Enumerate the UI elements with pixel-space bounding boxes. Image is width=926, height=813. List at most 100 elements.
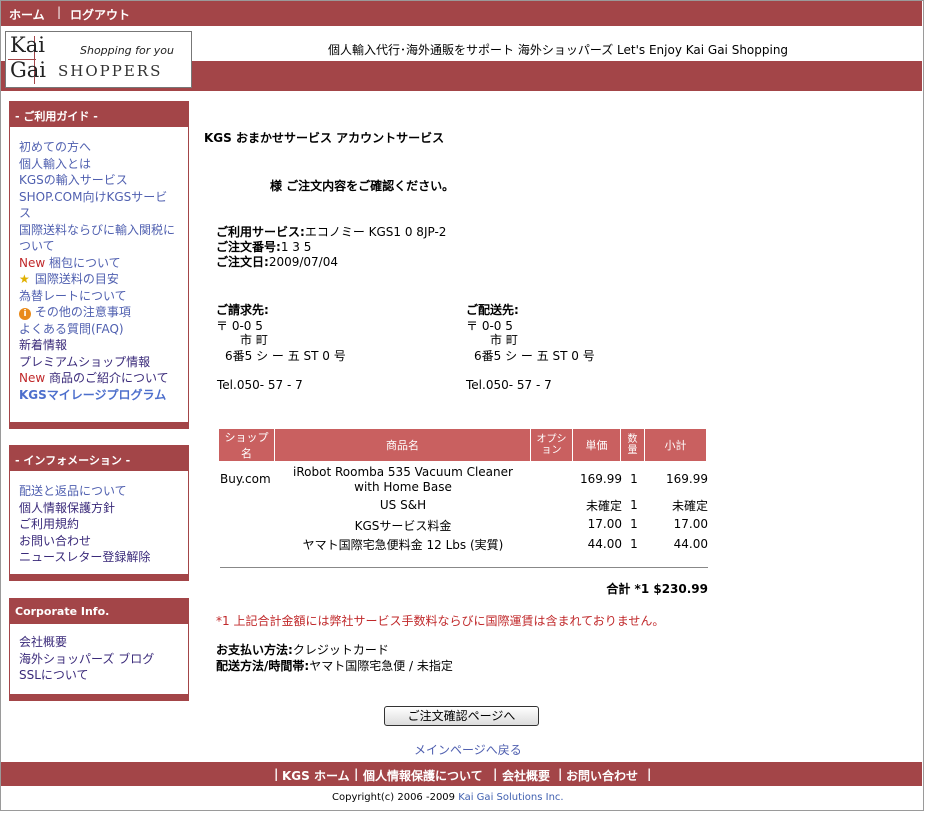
- shipping-label: ご配送先:: [466, 303, 519, 317]
- greeting: 様 ご注文内容をご確認ください。: [270, 177, 454, 194]
- sidebar-item-exchange-rate[interactable]: 為替レートについて: [19, 288, 188, 305]
- sidebar-corporate-title: Corporate Info.: [10, 599, 188, 624]
- payment-value: クレジットカード: [292, 643, 389, 657]
- table-cell-subtotal: 169.99: [666, 472, 708, 486]
- sidebar-item-news[interactable]: 新着情報: [19, 337, 188, 354]
- payment-row: お支払い方法:クレジットカード: [216, 641, 389, 658]
- table-cell-price: 17.00: [587, 517, 622, 531]
- billing-city: 市 町: [240, 333, 268, 347]
- info-icon: i: [19, 308, 31, 320]
- service-value: エコノミー KGS1 0 8JP-2: [304, 225, 447, 239]
- footer-link-home[interactable]: KGS ホーム: [282, 767, 350, 784]
- table-cell-price: 44.00: [587, 537, 622, 551]
- sidebar-corporate: Corporate Info. 会社概要 海外ショッパーズ ブログ SSLについ…: [9, 598, 189, 701]
- col-option: オプション: [530, 428, 573, 462]
- sidebar-item-beginners[interactable]: 初めての方へ: [19, 139, 188, 156]
- delivery-label: 配送方法/時間帯:: [216, 659, 310, 673]
- table-cell-price: 169.99: [580, 472, 622, 486]
- sidebar-item-mileage[interactable]: KGSマイレージプログラム: [19, 387, 188, 404]
- copyright: Copyright(c) 2006 -2009 Kai Gai Solution…: [332, 792, 564, 803]
- table-cell-subtotal: 44.00: [673, 537, 708, 551]
- sidebar-item-packing[interactable]: New 梱包について: [19, 255, 188, 272]
- sidebar-item-faq[interactable]: よくある質問(FAQ): [19, 321, 188, 338]
- billing-street: 6番5 シ ー 五 ST 0 号: [225, 349, 346, 363]
- sidebar-item-shopcom-cont[interactable]: ス: [19, 205, 188, 222]
- logout-link[interactable]: ログアウト: [70, 6, 130, 23]
- footer-link-contact[interactable]: お問い合わせ: [566, 767, 638, 784]
- confirm-order-button[interactable]: ご注文確認ページへ: [384, 706, 539, 726]
- table-cell-qty: 1: [630, 498, 638, 512]
- table-cell-price: 未確定: [585, 499, 622, 513]
- sidebar-item-label: 梱包について: [45, 255, 121, 270]
- sidebar-item-unsubscribe[interactable]: ニュースレター登録解除: [19, 549, 188, 566]
- home-link[interactable]: ホーム: [9, 6, 45, 23]
- sidebar-guide-title: - ご利用ガイド -: [10, 102, 188, 127]
- col-shop: ショップ名: [218, 428, 275, 462]
- col-subtotal: 小計: [644, 428, 707, 462]
- sidebar-corporate-footer: [10, 694, 188, 700]
- sidebar-item-shipping-duty[interactable]: 国際送料ならびに輸入関税に: [19, 222, 188, 239]
- col-qty: 数量: [620, 428, 645, 462]
- table-cell-qty: 1: [630, 472, 638, 486]
- sidebar-item-shopcom[interactable]: SHOP.COM向けKGSサービ: [19, 189, 188, 206]
- order-date-label: ご注文日:: [216, 255, 269, 269]
- back-to-main-link[interactable]: メインページへ戻る: [414, 741, 522, 758]
- logo-kai: Kai: [10, 33, 45, 57]
- footer-separator: |: [274, 767, 279, 781]
- sidebar-item-premium[interactable]: プレミアムショップ情報: [19, 354, 188, 371]
- sidebar-item-returns[interactable]: 配送と返品について: [19, 483, 188, 500]
- footer-link-company[interactable]: 会社概要: [502, 767, 550, 784]
- table-cell-item: US S&H: [379, 498, 427, 512]
- col-item: 商品名: [274, 428, 531, 462]
- table-cell-item-cont: with Home Base: [354, 480, 452, 494]
- sidebar-item-kgs-import[interactable]: KGSの輸入サービス: [19, 172, 188, 189]
- sidebar-item-blog[interactable]: 海外ショッパーズ ブログ: [19, 651, 188, 668]
- billing-label: ご請求先:: [216, 303, 269, 317]
- nav-separator: |: [57, 5, 62, 19]
- sidebar-item-shipping-duty-cont[interactable]: ついて: [19, 238, 188, 255]
- order-no-value: 1 3 5: [280, 240, 312, 254]
- sidebar-item-company[interactable]: 会社概要: [19, 634, 188, 651]
- copyright-text: Copyright(c) 2006 -2009: [332, 792, 459, 803]
- sidebar-item-terms[interactable]: ご利用規約: [19, 516, 188, 533]
- delivery-value: ヤマト国際宅急便 / 未指定: [309, 659, 453, 673]
- sidebar-item-contact[interactable]: お問い合わせ: [19, 533, 188, 550]
- sidebar-item-product-intro[interactable]: New 商品のご紹介について: [19, 370, 188, 387]
- sidebar-item-personal-import[interactable]: 個人輸入とは: [19, 156, 188, 173]
- sidebar-info-title: - インフォメーション -: [10, 446, 188, 471]
- sidebar-item-shipping-estimate[interactable]: ★ 国際送料の目安: [19, 271, 188, 288]
- logo-slogan: Shopping for you: [80, 44, 174, 57]
- sidebar-guide-footer: [10, 422, 188, 428]
- shipping-street: 6番5 シ ー 五 ST 0 号: [474, 349, 595, 363]
- site-logo[interactable]: Kai Gai Shopping for you SHOPPERS: [5, 31, 192, 88]
- new-badge: New: [19, 255, 46, 270]
- sidebar-item-label: その他の注意事項: [31, 305, 131, 319]
- company-link[interactable]: Kai Gai Solutions Inc.: [458, 792, 563, 803]
- sidebar-item-label: 国際送料の目安: [31, 272, 119, 286]
- sidebar-info-footer: [10, 574, 188, 580]
- sidebar-item-privacy[interactable]: 個人情報保護方針: [19, 500, 188, 517]
- footer-separator: |: [493, 767, 498, 781]
- sidebar-item-other-notes[interactable]: i その他の注意事項: [19, 304, 188, 321]
- table-cell-subtotal: 17.00: [673, 517, 708, 531]
- sidebar-guide: - ご利用ガイド - 初めての方へ 個人輸入とは KGSの輸入サービス SHOP…: [9, 101, 189, 429]
- sidebar-item-label: 商品のご紹介について: [45, 371, 169, 385]
- star-icon: ★: [19, 272, 30, 286]
- sidebar-info: - インフォメーション - 配送と返品について 個人情報保護方針 ご利用規約 お…: [9, 445, 189, 581]
- footer-nav: | KGS ホーム | 個人情報保護について | 会社概要 | お問い合わせ |: [1, 762, 922, 786]
- service-label: ご利用サービス:: [216, 225, 305, 239]
- footer-separator: |: [558, 767, 563, 781]
- table-header-row: ショップ名 商品名 オプション 単価 数量 小計: [218, 428, 707, 462]
- new-badge: New: [19, 371, 46, 385]
- table-cell-qty: 1: [630, 517, 638, 531]
- page-title: KGS おまかせサービス アカウントサービス: [204, 131, 445, 145]
- order-date-value: 2009/07/04: [268, 255, 338, 269]
- table-cell-item: ヤマト国際宅急便料金 12 Lbs (実質): [302, 538, 504, 552]
- footer-link-privacy[interactable]: 個人情報保護について: [363, 767, 483, 784]
- order-total: 合計 *1 $230.99: [606, 582, 708, 596]
- table-cell-item: KGSサービス料金: [354, 519, 452, 533]
- greeting-text: 様 ご注文内容をご確認ください。: [270, 179, 455, 193]
- table-cell-shop: Buy.com: [220, 472, 271, 486]
- sidebar-item-ssl[interactable]: SSLについて: [19, 667, 188, 684]
- table-cell-qty: 1: [630, 537, 638, 551]
